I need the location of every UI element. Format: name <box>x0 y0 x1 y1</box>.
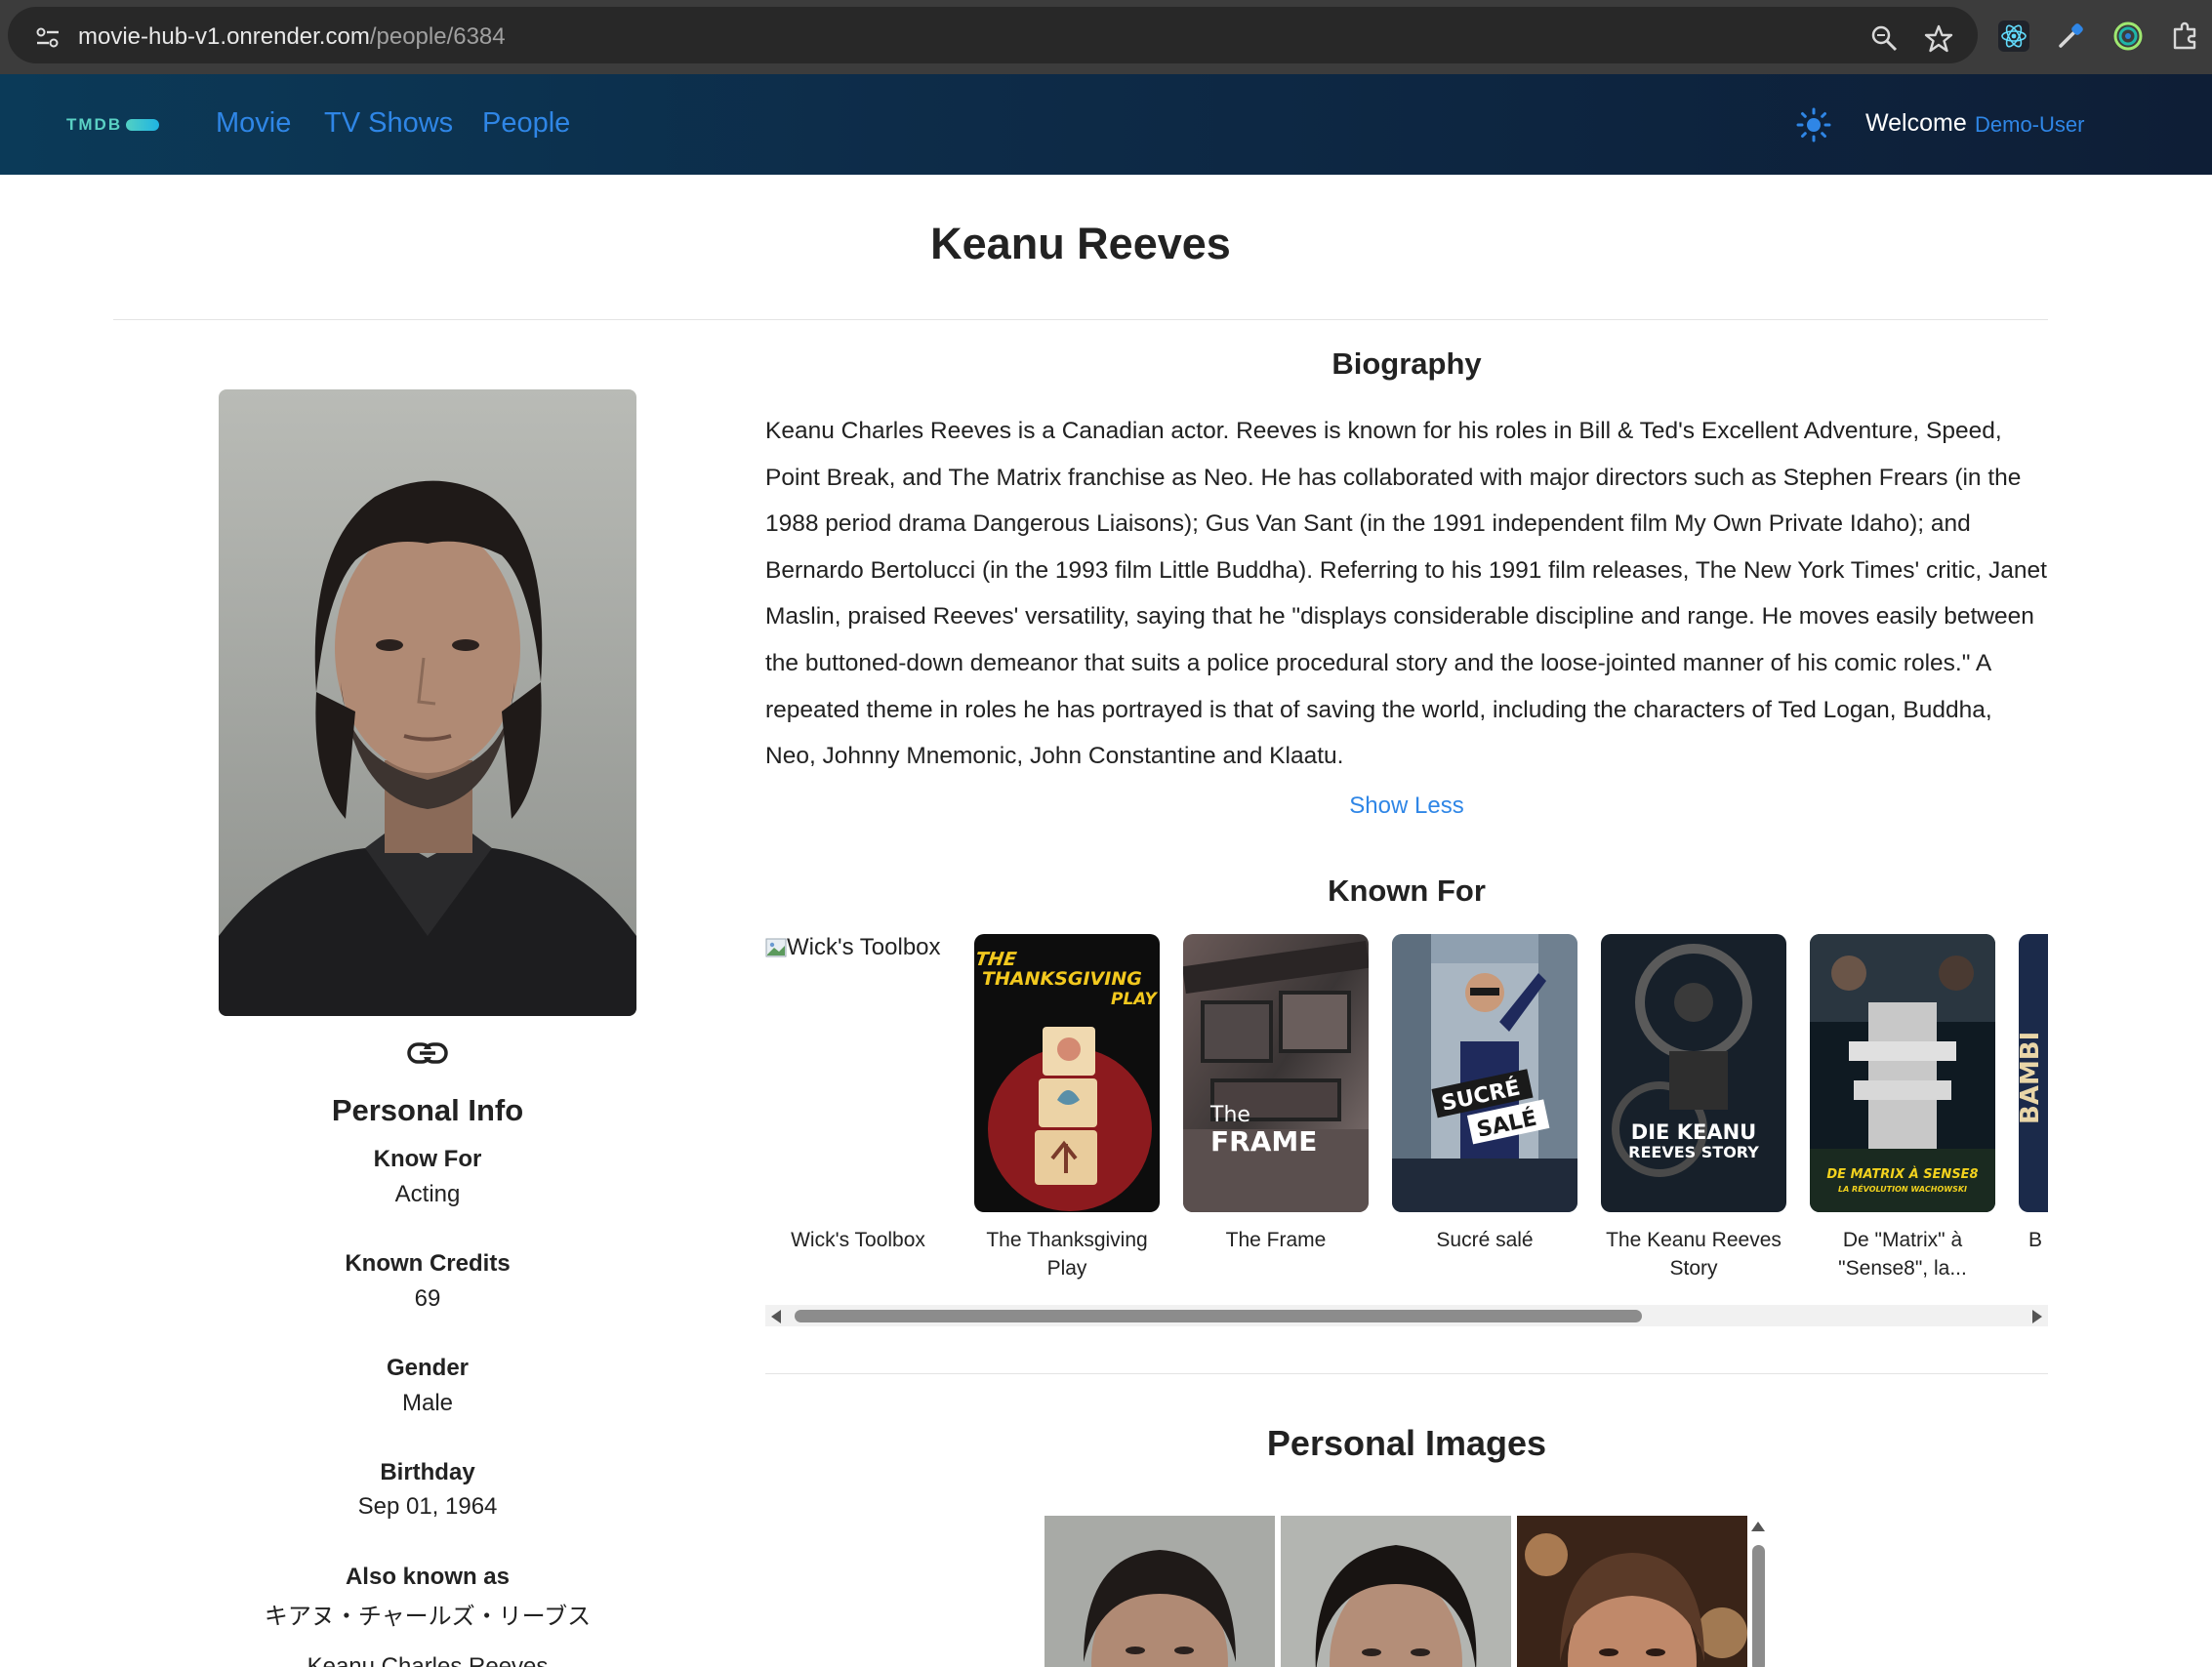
link-icon[interactable] <box>406 1040 449 1066</box>
known-for-poster: SUCRÉ SALÉ <box>1392 934 1577 1212</box>
info-label-gender: Gender <box>386 1355 470 1381</box>
known-for-title: The Keanu Reeves Story <box>1606 1229 1782 1280</box>
extensions-puzzle-icon[interactable] <box>2169 20 2202 53</box>
known-for-poster: THE THANKSGIVING PLAY <box>974 934 1160 1212</box>
info-value-gender: Male <box>401 1390 454 1416</box>
broken-image: Wick's Toolbox <box>765 934 951 961</box>
poster-text: THE <box>974 948 1018 970</box>
known-for-card[interactable]: The FRAME The Frame <box>1183 934 1369 1254</box>
site-settings-icon[interactable] <box>35 27 61 49</box>
info-value-aka-more: Keanu Charles Reeves <box>307 1653 549 1667</box>
poster-text: REEVES STORY <box>1628 1143 1759 1161</box>
known-for-poster: DE MATRIX À SENSE8 LA RÉVOLUTION WACHOWS… <box>1810 934 1995 1212</box>
info-label-birthday: Birthday <box>380 1459 475 1485</box>
zoom-icon[interactable] <box>1868 22 1902 56</box>
known-for-heading: Known For <box>1328 874 1486 908</box>
profile-photo <box>219 389 636 1016</box>
info-value-know-for: Acting <box>394 1181 461 1207</box>
poster-text: DE MATRIX À SENSE8 <box>1826 1166 1978 1182</box>
site-header: TMDB Movie TV Shows People Welcome Demo-… <box>0 74 2212 175</box>
scroll-right-arrow-icon[interactable] <box>2032 1310 2042 1323</box>
broken-image-icon <box>765 938 787 957</box>
divider <box>113 319 2048 320</box>
known-for-title: De "Matrix" à "Sense8", la... <box>1838 1229 1967 1280</box>
url-text: movie-hub-v1.onrender.com/people/6384 <box>78 23 506 51</box>
known-for-title: The Frame <box>1225 1229 1327 1251</box>
tmdb-logo[interactable]: TMDB <box>66 115 160 134</box>
carousel-scrollbar[interactable] <box>765 1305 2048 1326</box>
nav-link-tv-shows[interactable]: TV Shows <box>324 107 453 140</box>
address-bar[interactable]: movie-hub-v1.onrender.com/people/6384 <box>8 7 1978 63</box>
scrollbar-thumb[interactable] <box>795 1310 1642 1322</box>
tmdb-logo-text: TMDB <box>66 115 123 134</box>
eyedropper-icon[interactable] <box>2054 20 2087 53</box>
extension-ring-icon[interactable] <box>2111 20 2145 53</box>
nav-link-movie[interactable]: Movie <box>216 107 291 140</box>
known-for-title: The Thanksgiving Play <box>986 1229 1148 1280</box>
known-for-poster: DIE KEANU REEVES STORY <box>1601 934 1786 1212</box>
scrollbar-thumb[interactable] <box>1752 1545 1765 1667</box>
react-devtools-icon[interactable] <box>1997 20 2030 53</box>
personal-image[interactable] <box>1281 1516 1511 1667</box>
known-for-poster: BAMBI <box>2019 934 2048 1212</box>
info-value-also-known-as: キアヌ・チャールズ・リーブス <box>264 1604 592 1630</box>
scroll-up-arrow-icon[interactable] <box>1751 1522 1765 1531</box>
known-for-poster: Wick's Toolbox <box>765 934 951 1212</box>
poster-subtext: LA RÉVOLUTION WACHOWSKI <box>1838 1183 1967 1194</box>
theme-toggle-sun-icon[interactable] <box>1796 107 1831 142</box>
info-label-known-credits: Known Credits <box>345 1250 511 1277</box>
known-for-title: Sucré salé <box>1436 1229 1534 1251</box>
broken-image-alt: Wick's Toolbox <box>787 934 941 960</box>
known-for-card[interactable]: DIE KEANU REEVES STORY The Keanu Reeves … <box>1601 934 1786 1282</box>
bookmark-star-icon[interactable] <box>1922 22 1955 56</box>
user-name-link[interactable]: Demo-User <box>1975 112 2084 138</box>
info-value-birthday: Sep 01, 1964 <box>357 1493 498 1520</box>
nav-link-people[interactable]: People <box>482 107 570 140</box>
poster-text: BAMBI <box>2019 1032 2045 1124</box>
poster-text: The <box>1209 1103 1250 1127</box>
known-for-card[interactable]: SUCRÉ SALÉ Sucré salé <box>1392 934 1577 1254</box>
known-for-title: B <box>2028 1229 2043 1251</box>
poster-text: DIE KEANU <box>1631 1120 1756 1144</box>
scroll-left-arrow-icon[interactable] <box>771 1310 781 1323</box>
personal-image[interactable] <box>1045 1516 1275 1667</box>
poster-text: PLAY <box>1111 990 1158 1009</box>
biography-heading: Biography <box>1331 346 1482 381</box>
info-label-also-known-as: Also known as <box>345 1564 511 1590</box>
personal-image[interactable] <box>1517 1516 1747 1667</box>
show-less-link[interactable]: Show Less <box>765 793 2048 820</box>
biography-text: Keanu Charles Reeves is a Canadian actor… <box>765 418 2047 770</box>
divider <box>765 1373 2048 1374</box>
browser-toolbar: movie-hub-v1.onrender.com/people/6384 <box>0 0 2212 74</box>
welcome-text: Welcome <box>1865 109 1967 137</box>
url-host: movie-hub-v1.onrender.com <box>78 23 370 50</box>
personal-info-heading: Personal Info <box>331 1093 524 1127</box>
tmdb-logo-pill <box>126 119 160 131</box>
known-for-carousel[interactable]: Wick's Toolbox Wick's Toolbox THE THANKS… <box>765 934 2048 1287</box>
info-value-known-credits: 69 <box>414 1285 441 1312</box>
known-for-card[interactable]: THE THANKSGIVING PLAY The Thanksgiving P… <box>974 934 1160 1282</box>
poster-text: FRAME <box>1210 1125 1317 1158</box>
known-for-card[interactable]: Wick's Toolbox Wick's Toolbox <box>765 934 951 1254</box>
known-for-poster: The FRAME <box>1183 934 1369 1212</box>
known-for-title: Wick's Toolbox <box>791 1229 925 1251</box>
known-for-card[interactable]: DE MATRIX À SENSE8 LA RÉVOLUTION WACHOWS… <box>1810 934 1995 1282</box>
images-scrollbar[interactable] <box>1747 1516 1769 1667</box>
personal-images-heading: Personal Images <box>1266 1423 1547 1463</box>
poster-text: THANKSGIVING <box>982 968 1142 990</box>
page-title: Keanu Reeves <box>930 219 1231 268</box>
info-label-know-for: Know For <box>373 1146 482 1172</box>
url-path: /people/6384 <box>369 23 506 50</box>
known-for-card[interactable]: BAMBI B <box>2019 934 2048 1254</box>
